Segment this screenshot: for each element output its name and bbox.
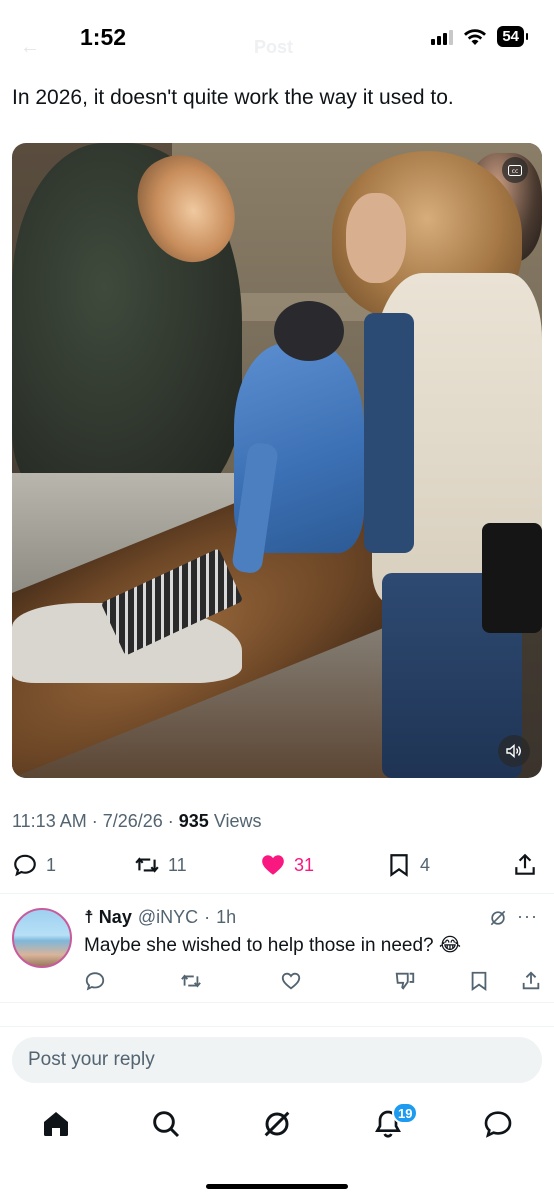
svg-text:cc: cc [512, 168, 519, 175]
share-icon [515, 853, 535, 875]
woman-face [346, 193, 406, 283]
reply-age: 1h [216, 907, 237, 927]
post-actions: 1 11 31 4 [0, 848, 554, 884]
share-button[interactable] [512, 852, 538, 878]
views-label: Views [213, 811, 262, 831]
more-options-icon[interactable]: ··· [517, 906, 538, 927]
reply-author-name[interactable]: ☨ Nay [84, 907, 132, 928]
views-count: 935 [178, 811, 209, 831]
separator-dot: · [204, 907, 211, 927]
reply-header: ☨ Nay @iNYC · 1h [84, 907, 236, 928]
post-meta: 11:13 AM · 7/26/26 · 935 Views [12, 811, 262, 831]
notifications-badge: 19 [392, 1102, 419, 1124]
reply-item[interactable]: ☨ Nay @iNYC · 1h ··· Maybe she wished to… [0, 894, 554, 1002]
post-time: 11:13 AM [12, 811, 87, 831]
woman-bag [482, 523, 542, 633]
reply-icon [14, 854, 36, 877]
messages-icon[interactable] [482, 1108, 514, 1140]
bottom-tab-bar [0, 1100, 554, 1150]
post-video[interactable]: cc [12, 143, 542, 778]
repost-count: 11 [168, 854, 187, 875]
reply-input[interactable] [12, 1037, 542, 1083]
dislike-icon[interactable] [394, 970, 416, 992]
bookmark-icon [390, 854, 408, 877]
repost-icon [135, 857, 159, 873]
heart-filled-icon [262, 855, 284, 875]
reply-author-handle[interactable]: @iNYC [138, 907, 198, 928]
home-icon[interactable] [40, 1108, 72, 1140]
woman-top [364, 313, 414, 553]
reply-text: Maybe she wished to help those in need? … [84, 935, 462, 956]
home-indicator [206, 1184, 348, 1189]
post-date: 7/26/26 [102, 811, 163, 831]
status-time: 1:52 [80, 24, 127, 50]
page-title: Post [254, 37, 294, 57]
post-text: In 2026, it doesn't quite work the way i… [12, 86, 454, 109]
like-button[interactable]: 31 [260, 852, 314, 878]
wifi-icon [464, 28, 487, 45]
status-bar: ← Post 1:52 54 [0, 0, 554, 70]
reply-share-icon[interactable] [520, 970, 542, 992]
search-icon[interactable] [150, 1108, 182, 1140]
volume-icon[interactable] [498, 735, 530, 767]
reply-like-icon[interactable] [280, 970, 302, 992]
divider [0, 1002, 554, 1003]
man-head [274, 301, 344, 361]
reply-count: 1 [46, 854, 57, 875]
battery-indicator: 54 [497, 26, 528, 47]
repost-button[interactable]: 11 [134, 852, 187, 878]
reply-bookmark-icon[interactable] [468, 970, 490, 992]
reply-actions [0, 970, 554, 996]
like-count: 31 [294, 854, 315, 875]
grok-icon[interactable] [488, 908, 508, 928]
reply-composer[interactable] [12, 1037, 542, 1083]
avatar[interactable] [12, 908, 72, 968]
reply-repost-icon[interactable] [180, 970, 202, 992]
bookmark-count: 4 [420, 854, 431, 875]
status-icons: 54 [431, 26, 528, 47]
grok-tab-icon[interactable] [261, 1108, 293, 1140]
cellular-signal-icon [431, 29, 454, 45]
captions-icon[interactable]: cc [502, 157, 528, 183]
bookmark-button[interactable]: 4 [386, 852, 430, 878]
divider [0, 1026, 554, 1027]
back-arrow-icon[interactable]: ← [20, 36, 40, 59]
reply-button[interactable]: 1 [12, 852, 56, 878]
reply-reply-icon[interactable] [84, 970, 106, 992]
